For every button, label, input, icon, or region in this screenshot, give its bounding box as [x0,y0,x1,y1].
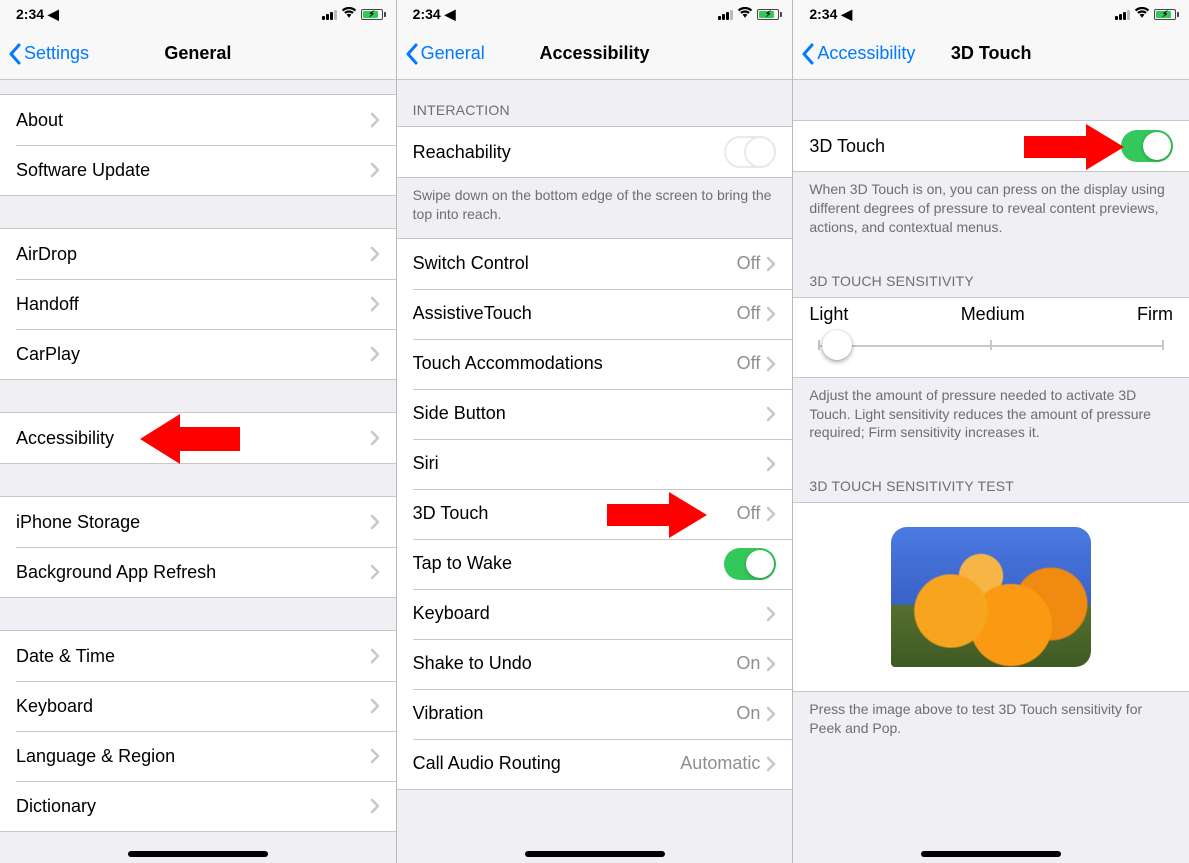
status-bar: 2:34◀︎ ⚡︎ [793,0,1189,28]
home-indicator [525,851,665,857]
chevron-right-icon [370,564,380,580]
status-bar: 2:34◀︎ ⚡︎ [0,0,396,28]
location-icon: ◀︎ [48,6,59,23]
row-switch-control[interactable]: Switch ControlOff [397,239,793,289]
row-accessibility[interactable]: Accessibility [0,413,396,463]
row-keyboard-acc[interactable]: Keyboard [397,589,793,639]
reachability-footer: Swipe down on the bottom edge of the scr… [397,178,793,238]
sensitivity-test-area [793,502,1189,692]
chevron-right-icon [766,256,776,272]
chevron-right-icon [766,406,776,422]
chevron-right-icon [370,698,380,714]
wifi-icon [1134,6,1150,22]
chevron-right-icon [766,356,776,372]
chevron-right-icon [370,346,380,362]
row-airdrop[interactable]: AirDrop [0,229,396,279]
sensitivity-description: Adjust the amount of pressure needed to … [793,378,1189,457]
home-indicator [921,851,1061,857]
row-3d-touch[interactable]: 3D TouchOff [397,489,793,539]
row-software-update[interactable]: Software Update [0,145,396,195]
chevron-right-icon [766,706,776,722]
chevron-right-icon [370,798,380,814]
chevron-right-icon [370,296,380,312]
wifi-icon [737,6,753,22]
wifi-icon [341,6,357,22]
chevron-right-icon [766,506,776,522]
row-tap-to-wake[interactable]: Tap to Wake [397,539,793,589]
sensitivity-slider[interactable] [809,331,1173,359]
cellular-icon [718,8,733,20]
3d-touch-description: When 3D Touch is on, you can press on th… [793,172,1189,251]
back-button[interactable]: Settings [8,43,89,65]
pane-general: 2:34◀︎ ⚡︎ Settings General About Softwar… [0,0,397,863]
pane-3d-touch: 2:34◀︎ ⚡︎ Accessibility 3D Touch 3D Touc… [793,0,1189,863]
tap-to-wake-toggle[interactable] [724,548,776,580]
row-side-button[interactable]: Side Button [397,389,793,439]
back-button[interactable]: General [405,43,485,65]
section-header-sensitivity: 3D TOUCH SENSITIVITY [793,251,1189,297]
location-icon: ◀︎ [841,6,852,23]
chevron-right-icon [766,606,776,622]
chevron-right-icon [766,656,776,672]
nav-bar: General Accessibility [397,28,793,80]
chevron-right-icon [766,306,776,322]
chevron-right-icon [370,748,380,764]
sensitivity-slider-row: Light Medium Firm [793,297,1189,378]
row-dictionary[interactable]: Dictionary [0,781,396,831]
battery-icon: ⚡︎ [1154,9,1179,20]
slider-label-light: Light [809,304,848,325]
row-about[interactable]: About [0,95,396,145]
chevron-right-icon [370,514,380,530]
chevron-right-icon [766,756,776,772]
3d-touch-toggle[interactable] [1121,130,1173,162]
location-icon: ◀︎ [445,6,456,23]
slider-label-medium: Medium [961,304,1025,325]
row-reachability[interactable]: Reachability [397,127,793,177]
cellular-icon [1115,8,1130,20]
row-keyboard[interactable]: Keyboard [0,681,396,731]
row-3d-touch-toggle[interactable]: 3D Touch [793,121,1189,171]
test-image[interactable] [891,527,1091,667]
chevron-right-icon [370,430,380,446]
status-time: 2:34◀︎ [16,6,59,23]
chevron-right-icon [370,648,380,664]
chevron-right-icon [766,456,776,472]
section-header-interaction: INTERACTION [397,80,793,126]
home-indicator [128,851,268,857]
chevron-right-icon [370,112,380,128]
section-header-test: 3D TOUCH SENSITIVITY TEST [793,456,1189,502]
row-background-app-refresh[interactable]: Background App Refresh [0,547,396,597]
battery-icon: ⚡︎ [361,9,386,20]
row-call-audio-routing[interactable]: Call Audio RoutingAutomatic [397,739,793,789]
row-assistivetouch[interactable]: AssistiveTouchOff [397,289,793,339]
chevron-right-icon [370,162,380,178]
row-siri[interactable]: Siri [397,439,793,489]
row-language-region[interactable]: Language & Region [0,731,396,781]
test-description: Press the image above to test 3D Touch s… [793,692,1189,752]
slider-label-firm: Firm [1137,304,1173,325]
row-carplay[interactable]: CarPlay [0,329,396,379]
row-shake-to-undo[interactable]: Shake to UndoOn [397,639,793,689]
status-bar: 2:34◀︎ ⚡︎ [397,0,793,28]
reachability-toggle[interactable] [724,136,776,168]
row-touch-accommodations[interactable]: Touch AccommodationsOff [397,339,793,389]
chevron-right-icon [370,246,380,262]
row-vibration[interactable]: VibrationOn [397,689,793,739]
row-date-time[interactable]: Date & Time [0,631,396,681]
back-button[interactable]: Accessibility [801,43,915,65]
pane-accessibility: 2:34◀︎ ⚡︎ General Accessibility INTERACT… [397,0,794,863]
nav-bar: Accessibility 3D Touch [793,28,1189,80]
row-handoff[interactable]: Handoff [0,279,396,329]
battery-icon: ⚡︎ [757,9,782,20]
nav-bar: Settings General [0,28,396,80]
row-iphone-storage[interactable]: iPhone Storage [0,497,396,547]
cellular-icon [322,8,337,20]
